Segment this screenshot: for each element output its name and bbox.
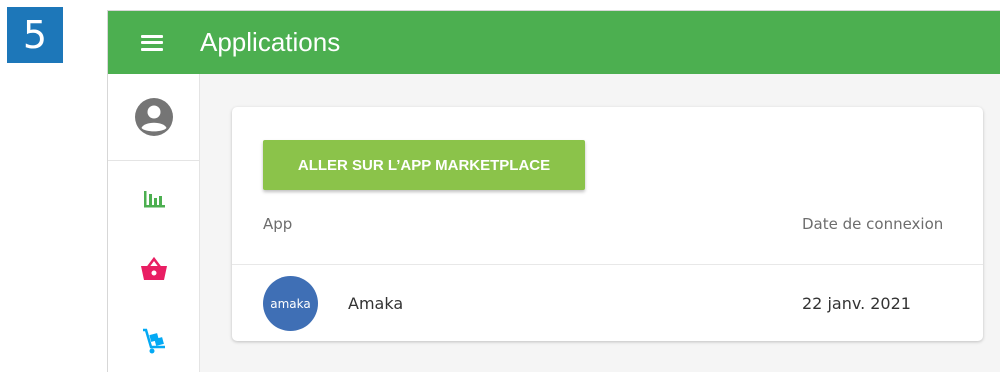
column-header-app: App [263, 215, 293, 233]
top-app-bar: Applications [108, 11, 1000, 74]
app-name: Amaka [348, 294, 404, 313]
connection-date: 22 janv. 2021 [802, 294, 911, 313]
hand-truck-icon [142, 328, 165, 354]
app-window: Applications ALLER SUR L’APP MARKETPLACE… [107, 10, 1000, 372]
sidebar-item-account[interactable] [108, 74, 199, 161]
sidebar [108, 74, 200, 372]
go-to-app-marketplace-button[interactable]: ALLER SUR L’APP MARKETPLACE [263, 140, 585, 190]
applications-card: ALLER SUR L’APP MARKETPLACE App Date de … [232, 107, 983, 341]
sidebar-item-shop[interactable] [108, 233, 199, 305]
account-circle-icon [134, 98, 173, 136]
sidebar-item-logistics[interactable] [108, 305, 199, 372]
column-header-connection-date: Date de connexion [802, 215, 944, 233]
step-number-badge: 5 [7, 7, 63, 63]
shopping-basket-icon [140, 256, 167, 280]
hamburger-menu-icon[interactable] [141, 34, 163, 51]
app-logo: amaka [263, 276, 318, 331]
sidebar-item-statistics[interactable] [108, 161, 199, 233]
page-title: Applications [200, 27, 341, 57]
table-row[interactable]: amaka Amaka 22 janv. 2021 [232, 265, 983, 341]
bar-chart-icon [143, 191, 165, 208]
